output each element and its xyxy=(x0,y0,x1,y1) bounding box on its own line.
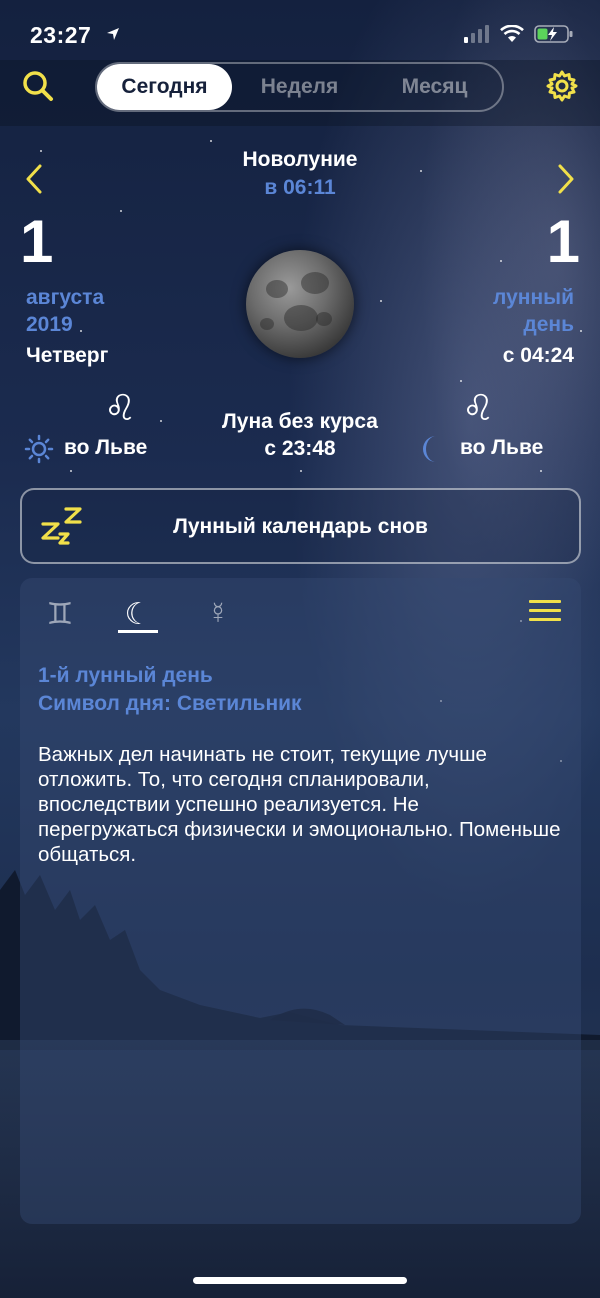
home-indicator[interactable] xyxy=(193,1277,407,1284)
lunar-day-heading: 1-й лунный день xyxy=(38,664,213,687)
lunar-day-description: Важных дел начинать не стоит, текущие лу… xyxy=(38,743,561,866)
lunar-day-panel: ♊ ☾ ☿ 1-й лунный день Символ дня: Светил… xyxy=(20,578,581,1224)
day-symbol: Символ дня: Светильник xyxy=(38,692,302,715)
status-bar: 23:27 xyxy=(0,0,600,60)
tab-month[interactable]: Месяц xyxy=(367,64,502,110)
status-time: 23:27 xyxy=(30,22,92,48)
lunar-day-title: 1-й лунный день Символ дня: Светильник xyxy=(38,662,302,718)
moon-sign-label: во Льве xyxy=(460,436,544,459)
active-tab-indicator xyxy=(118,630,158,633)
calendar-month-year: августа 2019 xyxy=(26,284,104,338)
location-arrow-icon xyxy=(107,28,119,40)
top-navigation: Сегодня Неделя Месяц xyxy=(0,60,600,126)
battery-charging-icon xyxy=(534,25,573,43)
moon-phase-name: Новолуние xyxy=(242,148,358,171)
gear-icon xyxy=(546,70,578,102)
wifi-icon xyxy=(500,25,524,42)
calendar-year: 2019 xyxy=(26,313,73,336)
moon-void-course-title: Луна без курса xyxy=(222,410,378,433)
moon-image xyxy=(246,250,354,358)
tab-zodiac-gemini-icon[interactable]: ♊ xyxy=(36,590,84,638)
lunar-day-start: с 04:24 xyxy=(502,344,574,367)
search-button[interactable] xyxy=(16,64,60,108)
calendar-month: августа xyxy=(26,286,105,309)
tab-week[interactable]: Неделя xyxy=(232,64,367,110)
weekday: Четверг xyxy=(26,344,109,367)
period-selector: Сегодня Неделя Месяц xyxy=(95,62,504,112)
search-icon xyxy=(23,71,53,101)
cellular-signal-icon xyxy=(464,25,489,43)
sun-sign-leo-icon: ♌ xyxy=(104,387,137,428)
sun-icon xyxy=(24,434,54,464)
moon-sign-leo-icon: ♌ xyxy=(462,387,495,428)
lunar-day-label-line1: лунный xyxy=(493,286,574,309)
moon-phase-time: в 06:11 xyxy=(264,176,336,199)
lunar-day-number: 1 xyxy=(546,208,580,275)
crescent-moon-icon xyxy=(423,436,436,462)
dream-calendar-label: Лунный календарь снов xyxy=(173,515,428,538)
previous-day-arrow[interactable] xyxy=(22,163,46,195)
lunar-day-label: лунный день xyxy=(493,284,574,338)
calendar-day-number: 1 xyxy=(20,208,54,275)
moon-void-course-time: с 23:48 xyxy=(264,437,336,460)
settings-button[interactable] xyxy=(540,64,584,108)
menu-icon[interactable] xyxy=(529,600,561,624)
tab-today[interactable]: Сегодня xyxy=(97,64,232,110)
sun-sign-label: во Льве xyxy=(64,436,148,459)
lunar-day-label-line2: день xyxy=(523,313,574,336)
moon-void-course: Луна без курса с 23:48 xyxy=(190,408,410,462)
tab-mercury-icon[interactable]: ☿ xyxy=(194,590,242,638)
next-day-arrow[interactable] xyxy=(554,163,578,195)
dream-calendar-button[interactable]: Лунный календарь снов xyxy=(20,488,581,564)
